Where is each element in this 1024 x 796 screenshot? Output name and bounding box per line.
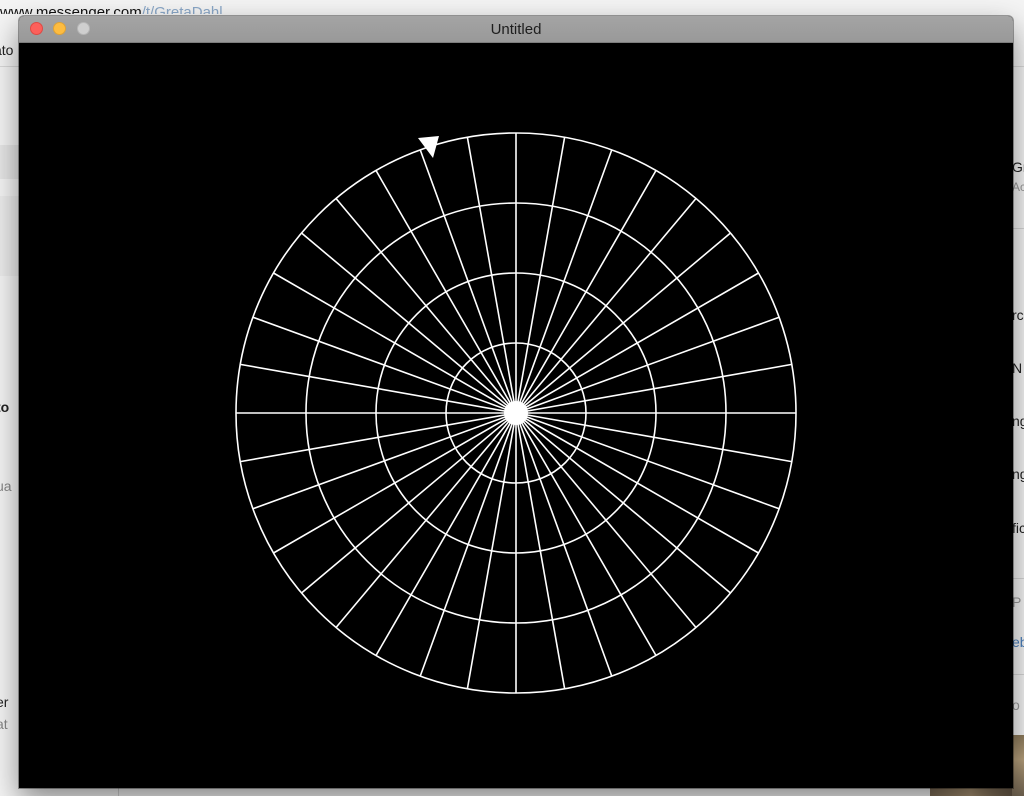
minimize-window-button[interactable]	[53, 22, 66, 35]
close-window-button[interactable]	[30, 22, 43, 35]
background-right-text: ng	[1012, 466, 1024, 482]
background-right-text: fic	[1012, 520, 1024, 536]
background-conversation-item[interactable]	[0, 196, 20, 276]
background-left-text: er	[0, 694, 9, 710]
drawing-canvas[interactable]	[19, 43, 1013, 788]
zoom-window-button[interactable]	[77, 22, 90, 35]
background-right-link[interactable]: eb	[1012, 634, 1024, 650]
background-left-text: ua	[0, 478, 12, 494]
background-right-text: Ac	[1012, 180, 1024, 194]
background-right-divider	[1012, 228, 1024, 229]
background-right-text: rc	[1012, 307, 1024, 323]
center-dot	[504, 401, 528, 425]
background-left-text: at	[0, 716, 8, 732]
window-title: Untitled	[490, 21, 542, 38]
polar-grid	[235, 132, 797, 694]
background-right-text: N	[1012, 360, 1023, 376]
background-right-text: Gr	[1012, 159, 1024, 175]
background-right-text: o	[1012, 697, 1020, 713]
background-url-path: /t/GretaDahl	[141, 4, 223, 14]
background-right-divider	[1012, 674, 1024, 675]
background-right-divider	[1012, 578, 1024, 579]
background-left-text: to	[0, 399, 10, 415]
background-tab-fragment: ato	[0, 42, 14, 58]
background-right-text: P	[1012, 594, 1022, 610]
background-conversation-selected[interactable]	[0, 145, 20, 179]
background-url-bar[interactable]: www.messenger.com/t/GretaDahl	[0, 0, 1024, 14]
app-window: Untitled	[19, 16, 1013, 788]
background-photo-thumbnail[interactable]	[1012, 735, 1024, 796]
background-url-host: www.messenger.com	[0, 4, 142, 14]
window-titlebar[interactable]: Untitled	[19, 16, 1013, 43]
background-right-text: ng	[1012, 413, 1024, 429]
